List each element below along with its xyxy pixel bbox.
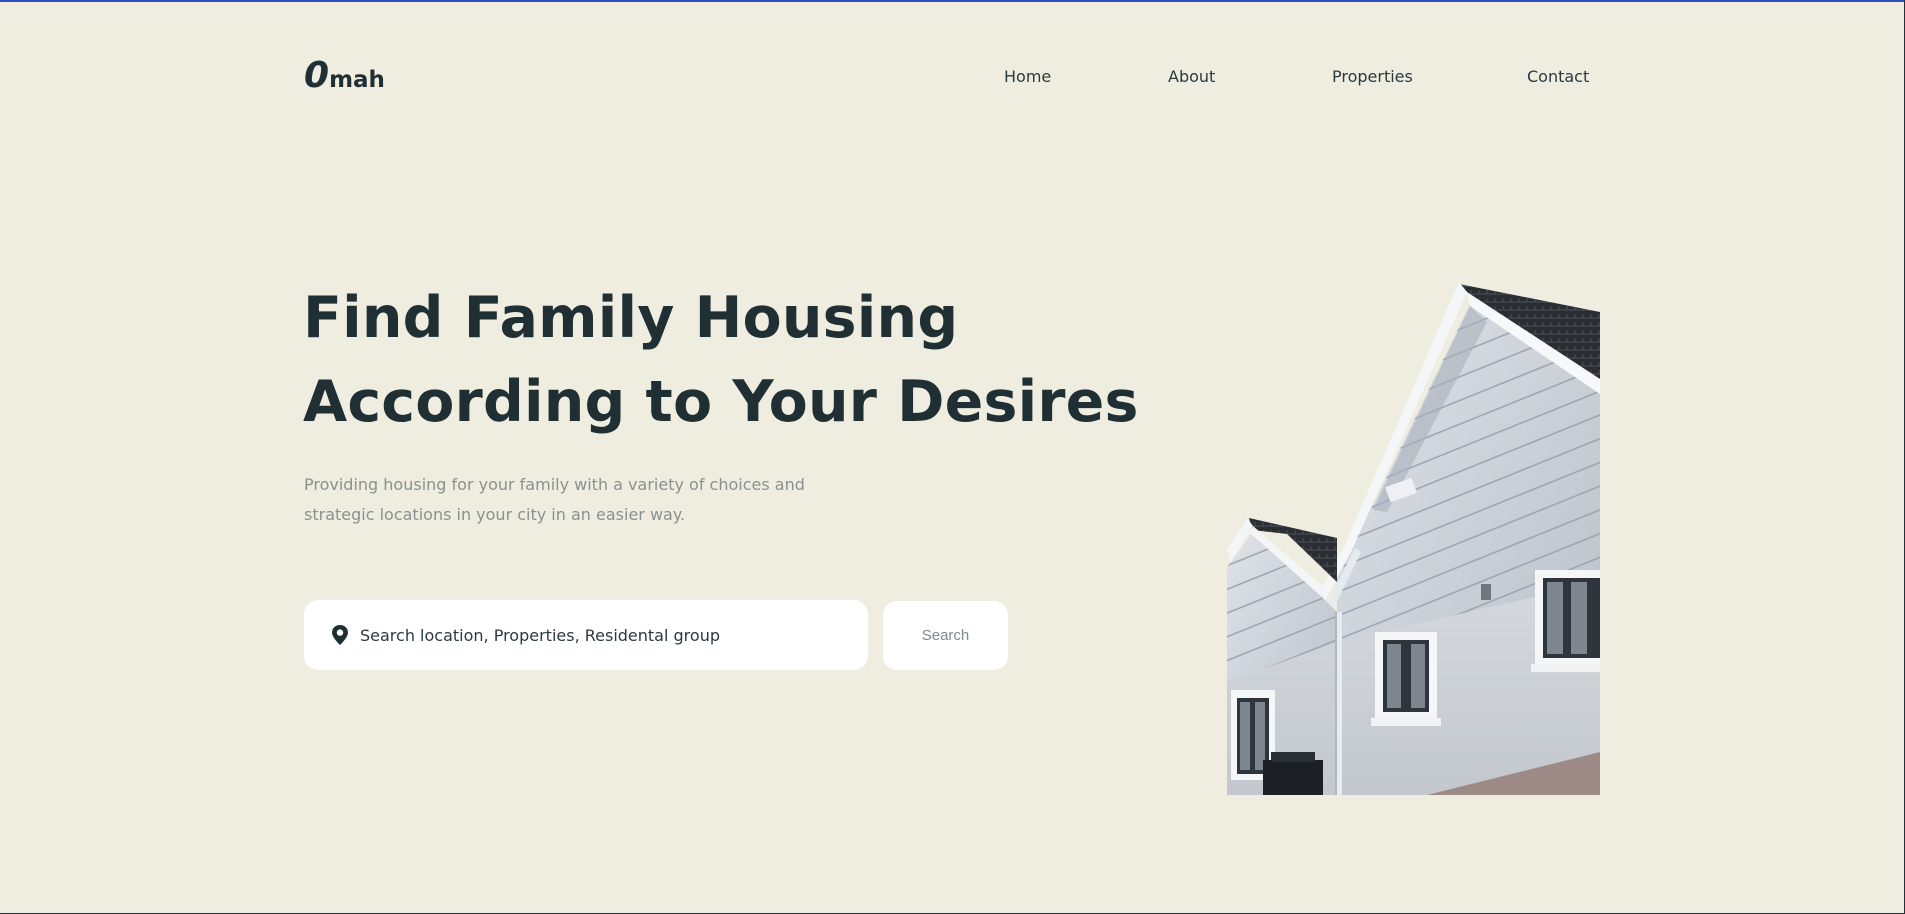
nav-item-properties[interactable]: Properties [1332, 66, 1413, 88]
search-input[interactable] [360, 625, 840, 645]
location-pin-icon [330, 624, 350, 646]
hero-title-line-1: Find Family Housing [303, 285, 959, 351]
page-frame [0, 0, 1905, 914]
nav-item-contact[interactable]: Contact [1527, 66, 1589, 88]
search-button[interactable]: Search [883, 601, 1008, 670]
house-photo [1227, 282, 1600, 795]
hero-title-line-2: According to Your Desires [303, 369, 1139, 435]
hero-subtitle-line-2: strategic locations in your city in an e… [304, 505, 686, 524]
hero-subtitle: Providing housing for your family with a… [304, 470, 844, 530]
nav-item-about[interactable]: About [1168, 66, 1215, 88]
search-box[interactable] [304, 600, 868, 670]
nav-item-home[interactable]: Home [1004, 66, 1051, 88]
main-nav: Home About Properties Contact [0, 66, 1905, 90]
hero-subtitle-line-1: Providing housing for your family with a… [304, 475, 805, 494]
hero-title: Find Family Housing According to Your De… [303, 276, 1139, 444]
top-accent-line [0, 0, 1905, 2]
